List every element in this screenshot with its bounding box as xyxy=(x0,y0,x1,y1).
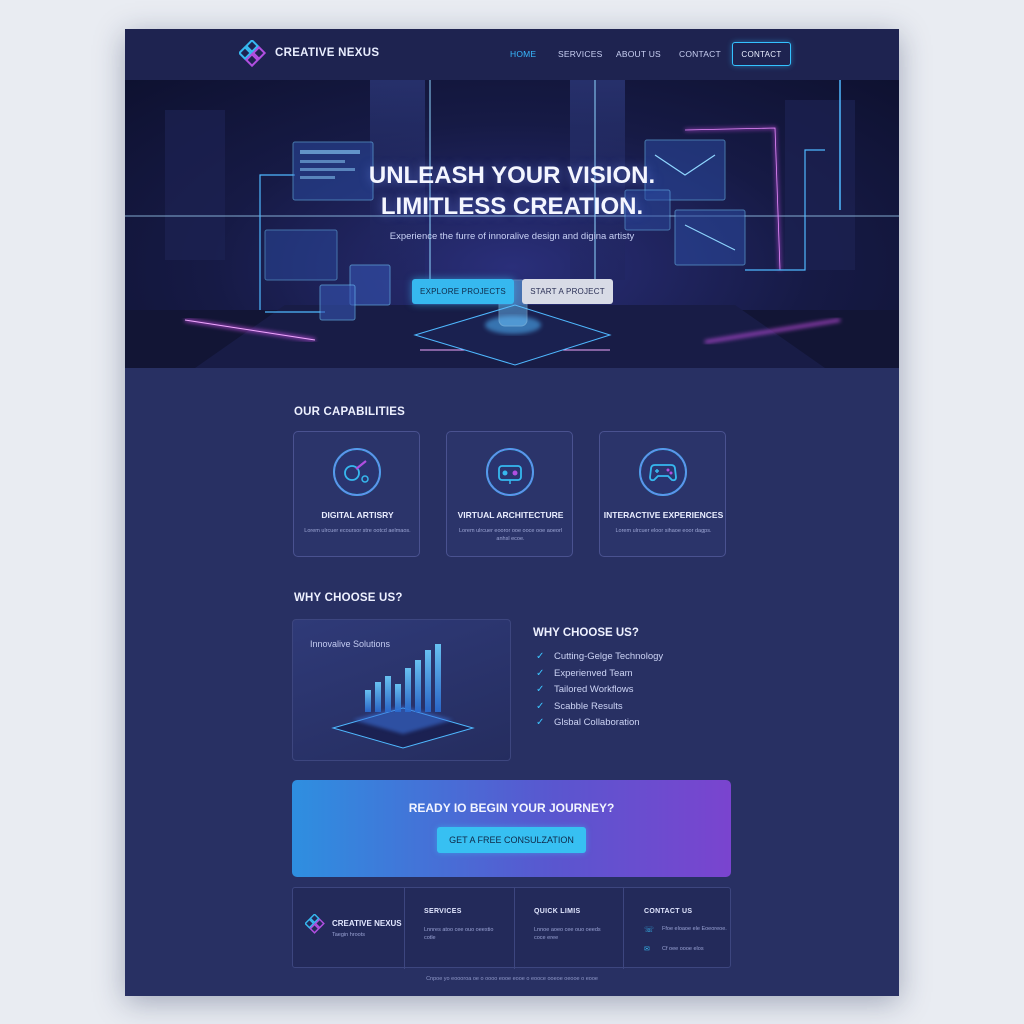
capability-card[interactable]: INTERACTIVE EXPERIENCES Lorem ulrcuer el… xyxy=(599,431,726,557)
card-description: Lorem ulrcuer eooror ooe ooce ooe aoeorl… xyxy=(458,528,563,542)
hero-title-line2: LIMITLESS CREATION. xyxy=(380,193,644,220)
footer-links-heading: QUICK LIMIS xyxy=(534,908,581,915)
hero-background-illustration xyxy=(125,80,899,368)
logo-icon[interactable] xyxy=(239,40,269,70)
nav-link-services[interactable]: SERVICES xyxy=(558,49,602,59)
gamepad-icon xyxy=(639,448,687,496)
logo-icon[interactable] xyxy=(305,914,327,936)
copyright-text: Cnpoe yo eoooroa oe o oooo eooe eooe o e… xyxy=(426,976,598,982)
vr-headset-icon xyxy=(486,448,534,496)
footer-services-heading: SERVICES xyxy=(424,908,462,915)
hero-subtitle: Experience the furre of innoralive desig… xyxy=(389,231,635,242)
checkmark-icon: ✓ xyxy=(536,717,545,728)
checkmark-icon: ✓ xyxy=(536,651,545,662)
card-title: INTERACTIVE EXPERIENCES xyxy=(603,510,724,520)
footer-links-column: QUICK LIMIS Lnnoe aoeo cee ouo oeeds coc… xyxy=(515,888,624,969)
footer: CREATIVE NEXUS Taegin hroots SERVICES Ln… xyxy=(292,887,732,969)
footer-contact-line2[interactable]: Cf oee oooe elos xyxy=(662,945,727,953)
card-title: VIRTUAL ARCHITECTURE xyxy=(457,510,564,520)
list-item: ✓ Tailored Workflows xyxy=(536,684,634,695)
free-consultation-button[interactable]: GET A FREE CONSULZATION xyxy=(437,827,586,853)
nav-link-home[interactable]: HOME xyxy=(510,49,536,59)
palette-brush-icon xyxy=(333,448,381,496)
list-item: ✓ Experienved Team xyxy=(536,668,633,679)
checkmark-icon: ✓ xyxy=(536,701,545,712)
footer-contact-line1[interactable]: Ffoe eloaoe ele Eoeoreoe. xyxy=(662,925,727,933)
why-list-title: WHY CHOOSE US? xyxy=(533,627,639,639)
brand-name[interactable]: CREATIVE NEXUS xyxy=(275,47,379,59)
footer-services-column: SERVICES Lnnres atoo cee ouo oeestio cot… xyxy=(405,888,515,969)
hero-title-line1: UNLEASH YOUR VISION. xyxy=(368,162,656,189)
contact-button[interactable]: CONTACT xyxy=(732,42,791,66)
footer-links-text[interactable]: Lnnoe aoeo cee ouo oeeds coce eree xyxy=(534,926,612,942)
start-project-button[interactable]: START A PROJECT xyxy=(522,279,613,304)
checkmark-icon: ✓ xyxy=(536,684,545,695)
footer-contact-column: CONTACT US ☏ Ffoe eloaoe ele Eoeoreoe. ✉… xyxy=(624,888,732,969)
nav-link-contact[interactable]: CONTACT xyxy=(679,49,721,59)
landing-page: CREATIVE NEXUS HOME SERVICES ABOUT US CO… xyxy=(125,29,899,996)
top-nav: CREATIVE NEXUS HOME SERVICES ABOUT US CO… xyxy=(125,29,899,80)
list-item: ✓ Cutting-Gelge Technology xyxy=(536,651,664,662)
bar-graph-illustration xyxy=(331,644,475,749)
card-description: Lorem ulrcuer ecoursor stre ootcd aelmao… xyxy=(304,528,411,534)
footer-brand-column: CREATIVE NEXUS Taegin hroots xyxy=(293,888,405,969)
footer-contact-heading: CONTACT US xyxy=(644,908,693,915)
list-item: ✓ Glsbal Collaboration xyxy=(536,717,640,728)
footer-brand[interactable]: CREATIVE NEXUS xyxy=(332,919,402,928)
why-heading: WHY CHOOSE US? xyxy=(294,592,403,604)
cta-title: READY IO BEGIN YOUR JOURNEY? xyxy=(408,801,615,815)
capability-card[interactable]: DIGITAL ARTISRY Lorem ulrcuer ecoursor s… xyxy=(293,431,420,557)
card-title: DIGITAL ARTISRY xyxy=(321,510,394,520)
capabilities-heading: OUR CAPABILITIES xyxy=(294,406,405,418)
list-item: ✓ Scabble Results xyxy=(536,701,623,712)
cta-banner: READY IO BEGIN YOUR JOURNEY? GET A FREE … xyxy=(292,780,731,877)
footer-tagline: Taegin hroots xyxy=(332,932,366,938)
explore-projects-button[interactable]: EXPLORE PROJECTS xyxy=(412,279,514,304)
innovative-solutions-image: Innovalive Solutions xyxy=(292,619,511,761)
nav-links: HOME SERVICES ABOUT US CONTACT xyxy=(510,49,721,61)
checkmark-icon: ✓ xyxy=(536,668,545,679)
hero-section: UNLEASH YOUR VISION. LIMITLESS CREATION.… xyxy=(125,80,899,368)
nav-link-about[interactable]: ABOUT US xyxy=(616,49,661,59)
card-description: Lorem ulrcuer eloor sihaoe eoor dagps. xyxy=(615,528,712,534)
footer-services-text[interactable]: Lnnres atoo cee ouo oeestio cotle xyxy=(424,926,502,942)
capability-card[interactable]: VIRTUAL ARCHITECTURE Lorem ulrcuer eooro… xyxy=(446,431,573,557)
phone-icon: ☏ xyxy=(644,925,655,934)
mail-icon: ✉ xyxy=(644,946,650,953)
